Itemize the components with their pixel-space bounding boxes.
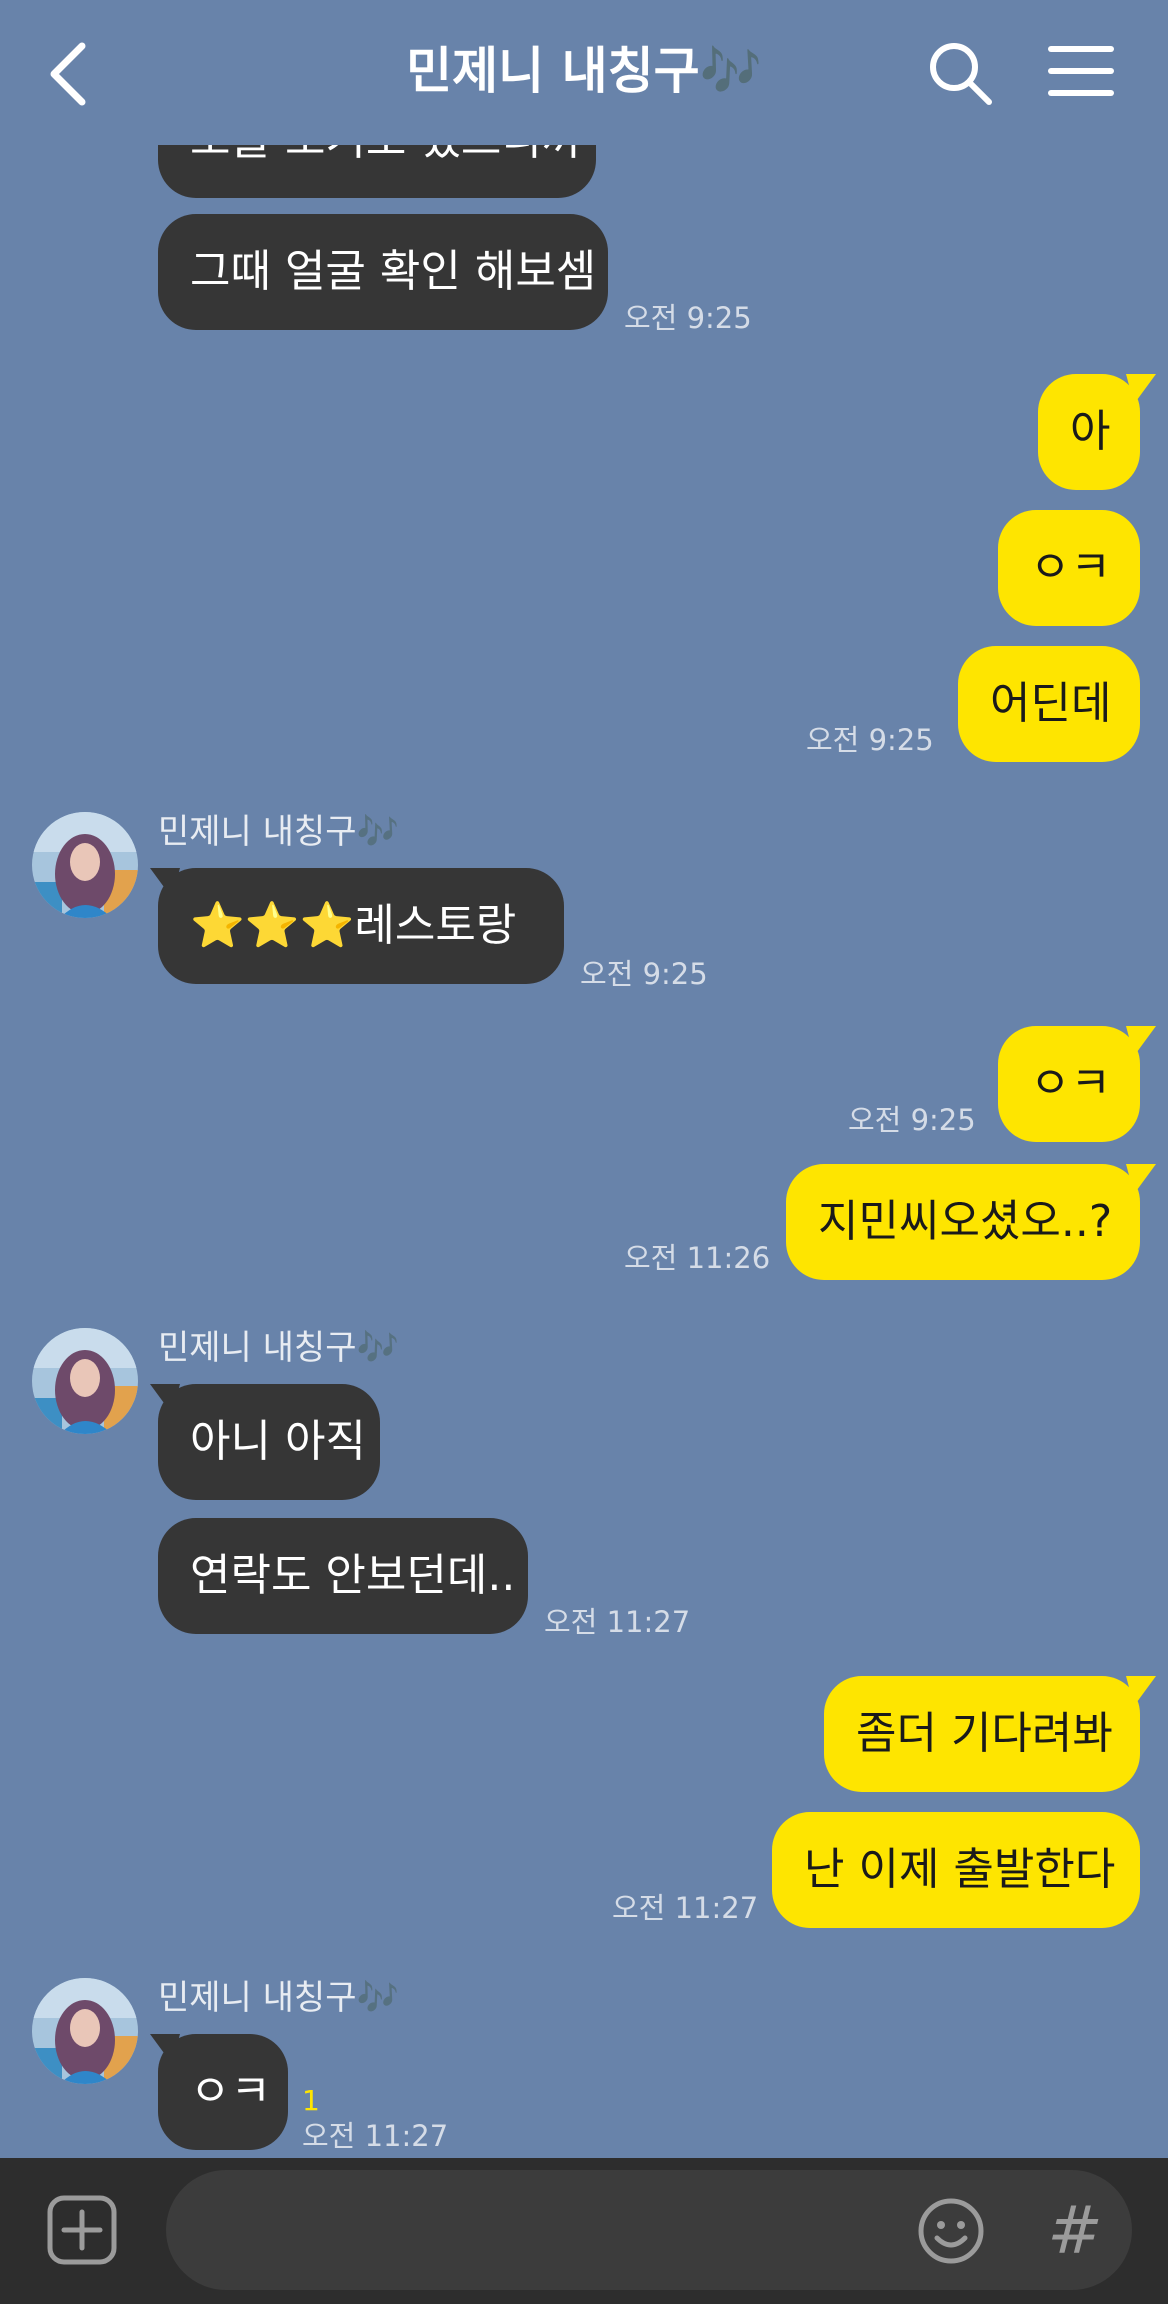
message-bubble-outgoing: 난 이제 출발한다 (772, 1812, 1140, 1928)
friend-avatar[interactable] (32, 1328, 138, 1434)
avatar-image (32, 812, 138, 918)
bubble-tail (1126, 1164, 1156, 1194)
bubble-tail (1126, 1026, 1156, 1056)
avatar-image (32, 1328, 138, 1434)
message-time: 오전 9:25 (806, 723, 934, 757)
sender-name: 민제니 내칭구🎶 (158, 1978, 399, 2018)
message-input[interactable] (166, 2170, 1132, 2290)
message-bubble-incoming: 그때 얼굴 확인 해보셈 (158, 214, 608, 330)
message-time: 오전 11:26 (624, 1241, 771, 1275)
sender-name: 민제니 내칭구🎶 (158, 1328, 399, 1368)
hash-icon: # (1047, 2192, 1103, 2269)
message-time: 오전 9:25 (624, 301, 752, 335)
search-icon (930, 43, 992, 105)
message-time: 오전 11:27 (612, 1891, 759, 1925)
message-bubble-incoming: 아니 아직 (158, 1384, 380, 1500)
message-bubble-outgoing: 아 (1038, 374, 1140, 490)
message-bubble-outgoing: ㅇㅋ (998, 510, 1140, 626)
bubble-tail (150, 2034, 180, 2064)
plus-square-icon (47, 2195, 117, 2265)
message-time: 오전 11:27 (544, 1605, 691, 1639)
friend-avatar[interactable] (32, 1978, 138, 2084)
menu-button[interactable] (1048, 44, 1114, 98)
avatar-image (32, 1978, 138, 2084)
emoji-button[interactable] (916, 2196, 986, 2266)
message-list[interactable]: 오늘 보기로 했으니까 그때 얼굴 확인 해보셈 오전 9:25 아 ㅇㅋ 어딘… (0, 0, 1168, 2158)
search-button[interactable] (925, 38, 995, 108)
attach-button[interactable] (46, 2194, 118, 2266)
message-bubble-outgoing: 좀더 기다려봐 (824, 1676, 1140, 1792)
message-bubble-incoming: ⭐⭐⭐레스토랑 (158, 868, 564, 984)
unread-count: 1 (302, 2084, 320, 2117)
message-bubble-incoming: 연락도 안보던데.. (158, 1518, 528, 1634)
bubble-tail (150, 868, 180, 898)
chat-screen: 오늘 보기로 했으니까 그때 얼굴 확인 해보셈 오전 9:25 아 ㅇㅋ 어딘… (0, 0, 1168, 2304)
friend-avatar[interactable] (32, 812, 138, 918)
message-time: 오전 9:25 (580, 957, 708, 991)
message-input-bar: # (0, 2158, 1168, 2304)
message-bubble-outgoing: 어딘데 (958, 646, 1140, 762)
hash-button[interactable]: # (1040, 2186, 1110, 2276)
message-bubble-outgoing: ㅇㅋ (998, 1026, 1140, 1142)
message-time: 오전 11:27 (302, 2119, 449, 2153)
bubble-tail (1126, 374, 1156, 404)
sender-name: 민제니 내칭구🎶 (158, 812, 399, 852)
message-bubble-outgoing: 지민씨오셨오..? (786, 1164, 1140, 1280)
hamburger-menu-icon (1048, 46, 1114, 96)
smiley-icon (918, 2198, 984, 2264)
message-time: 오전 9:25 (848, 1103, 976, 1137)
bubble-tail (1126, 1676, 1156, 1706)
chat-header: 민제니 내칭구🎶 (0, 0, 1168, 145)
bubble-tail (150, 1384, 180, 1414)
